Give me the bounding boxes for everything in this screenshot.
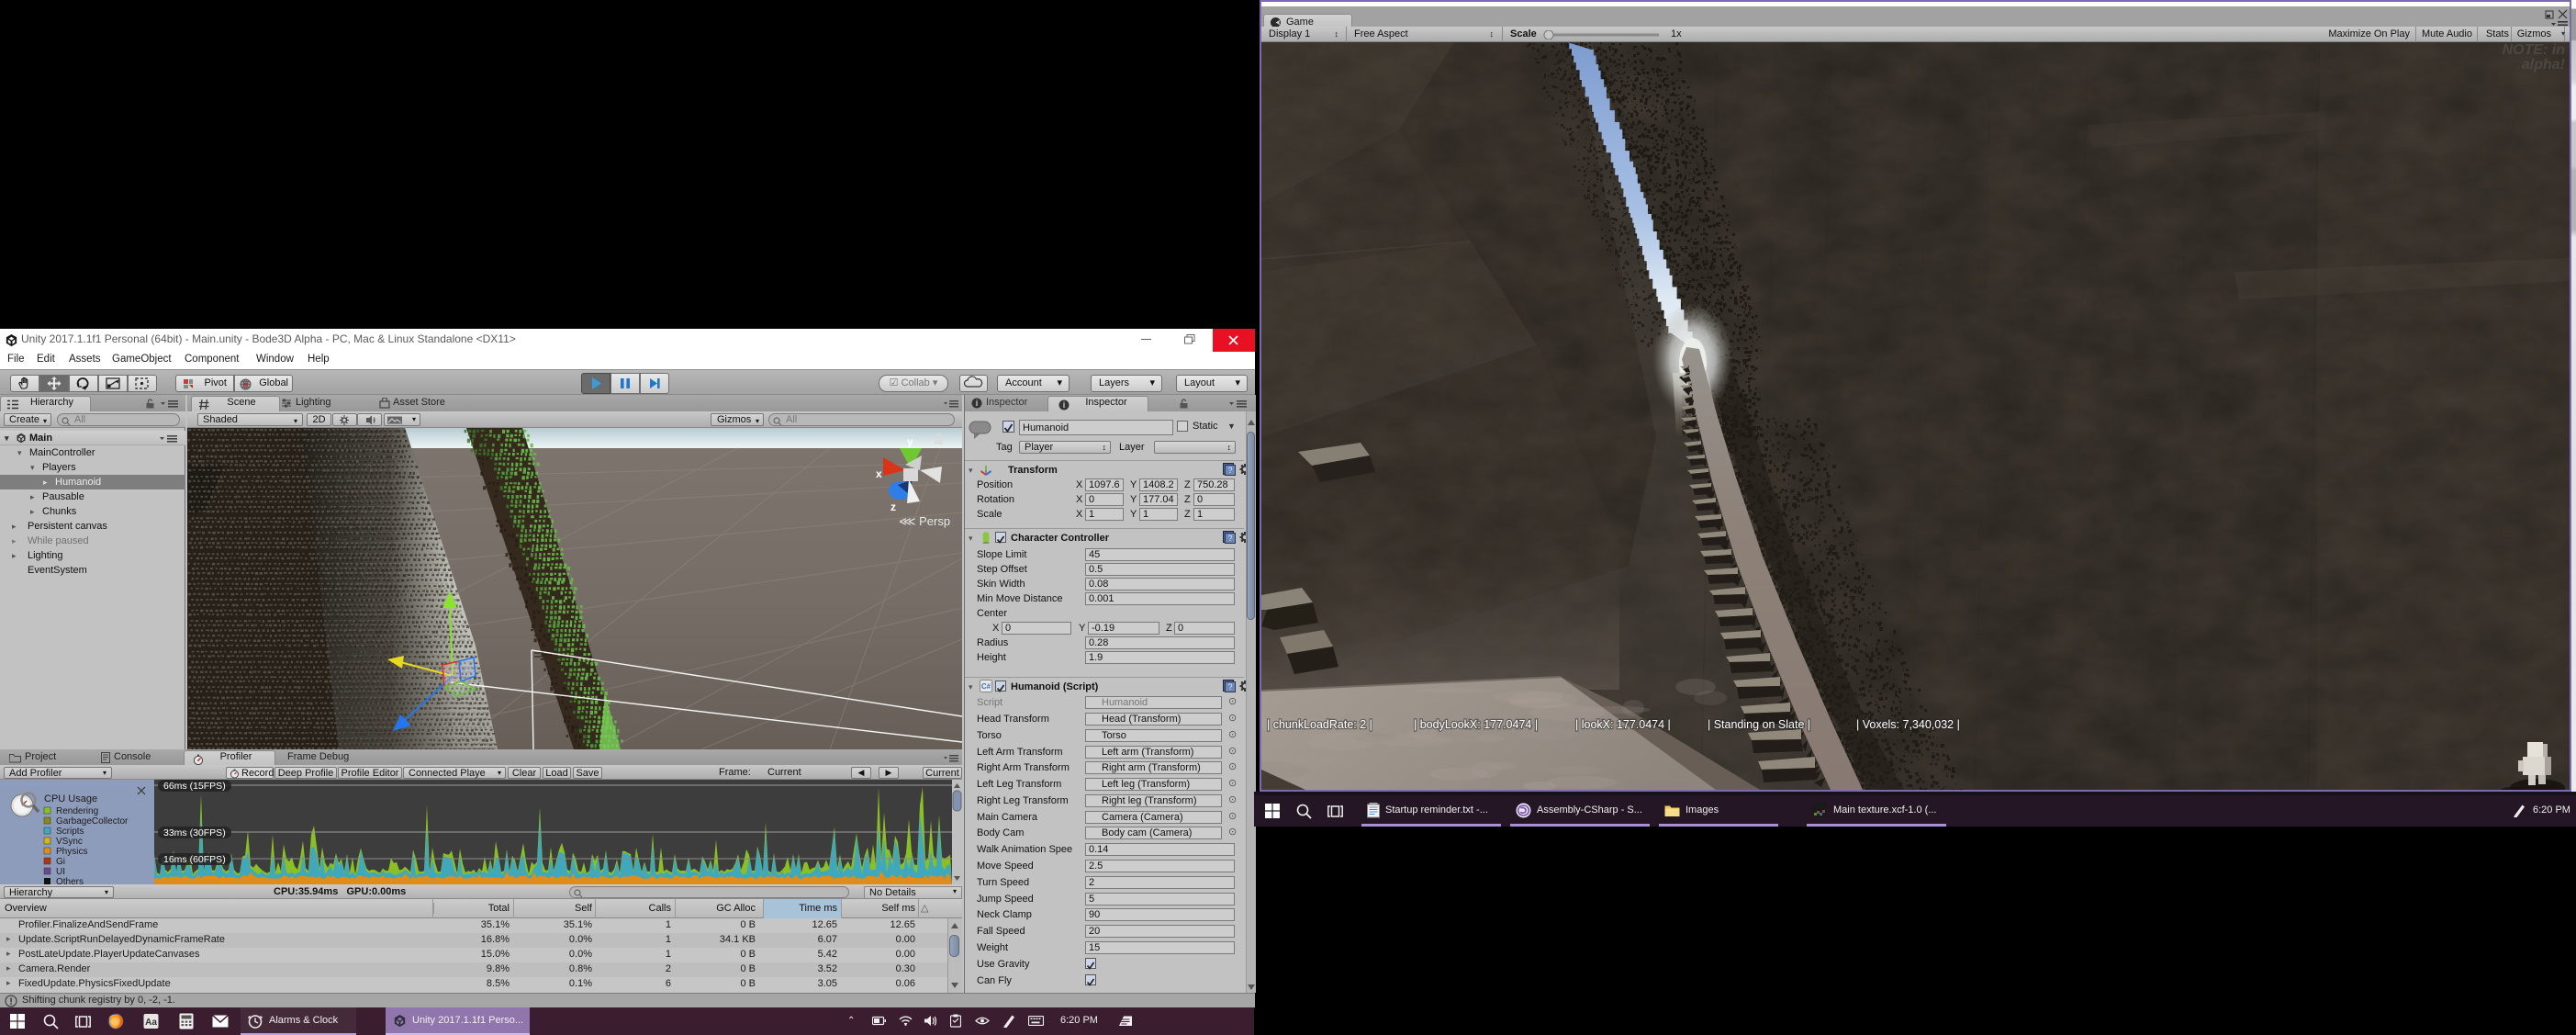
svg-text:alpha!: alpha! <box>2522 57 2566 73</box>
svg-text:| Standing on Slate |: | Standing on Slate | <box>1708 718 1810 731</box>
svg-text:UI: UI <box>56 867 65 877</box>
svg-text:NOTE: in: NOTE: in <box>2503 42 2566 58</box>
svg-text:| bodyLookX: 177.0474 |: | bodyLookX: 177.0474 | <box>1414 718 1538 731</box>
svg-text:Scripts: Scripts <box>56 827 84 837</box>
svg-text:?: ? <box>1227 534 1232 543</box>
svg-text:33ms (30FPS): 33ms (30FPS) <box>163 827 226 838</box>
svg-text:C#: C# <box>981 682 991 691</box>
svg-text:x: x <box>876 467 882 480</box>
svg-text:| Voxels: 7,340,032 |: | Voxels: 7,340,032 | <box>1856 718 1960 731</box>
svg-text:Aa: Aa <box>145 1018 157 1028</box>
svg-text:16ms (60FPS): 16ms (60FPS) <box>163 854 226 865</box>
svg-text:Physics: Physics <box>56 847 87 857</box>
svg-text:y: y <box>907 435 913 448</box>
svg-text:CPU Usage: CPU Usage <box>44 793 97 804</box>
svg-text:z: z <box>890 501 896 513</box>
svg-text:i: i <box>976 399 979 408</box>
svg-text:Rendering: Rendering <box>56 806 98 816</box>
svg-text:| lookX: 177.0474 |: | lookX: 177.0474 | <box>1575 718 1671 731</box>
svg-text:GarbageCollector: GarbageCollector <box>56 816 129 827</box>
svg-text:⋘ Persp: ⋘ Persp <box>899 514 950 528</box>
svg-text:66ms (15FPS): 66ms (15FPS) <box>163 781 226 792</box>
svg-text:| chunkLoadRate: 2 |: | chunkLoadRate: 2 | <box>1267 718 1372 731</box>
svg-text:i: i <box>1063 400 1066 410</box>
svg-text:Others: Others <box>56 877 84 884</box>
svg-text:?: ? <box>1227 682 1232 692</box>
svg-text:VSync: VSync <box>56 837 83 847</box>
svg-text:?: ? <box>1227 466 1232 475</box>
svg-text:Gi: Gi <box>56 857 65 867</box>
